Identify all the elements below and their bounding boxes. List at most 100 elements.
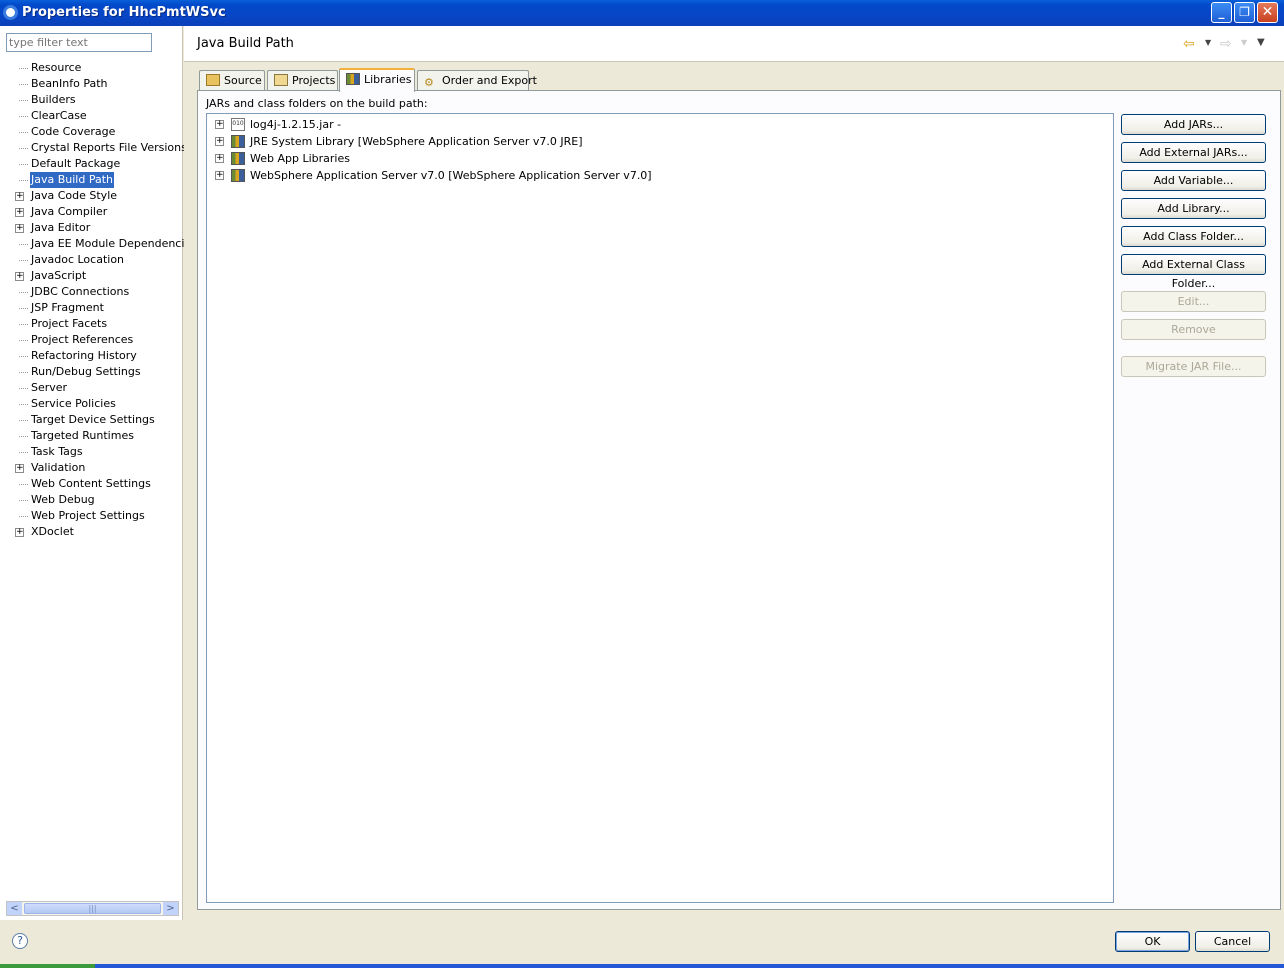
expand-icon[interactable]: + bbox=[215, 120, 224, 129]
page-header: Java Build Path ⇦ ▼ ⇨ ▼ ▼ bbox=[184, 26, 1284, 62]
nav-item[interactable]: Service Policies bbox=[0, 396, 183, 412]
add-external-jars-button[interactable]: Add External JARs... bbox=[1121, 142, 1266, 163]
nav-item[interactable]: Javadoc Location bbox=[0, 252, 183, 268]
forward-arrow-icon[interactable]: ⇨ bbox=[1220, 36, 1232, 52]
view-menu-icon[interactable]: ▼ bbox=[1257, 37, 1265, 48]
minimize-button[interactable]: _ bbox=[1211, 2, 1232, 23]
expand-icon[interactable]: + bbox=[15, 192, 24, 201]
filter-input[interactable] bbox=[6, 33, 152, 52]
nav-item[interactable]: Default Package bbox=[0, 156, 183, 172]
expand-icon[interactable]: + bbox=[15, 272, 24, 281]
nav-item[interactable]: + Java Editor bbox=[0, 220, 183, 236]
dialog-button-bar: ? OK Cancel bbox=[0, 920, 1284, 964]
close-button[interactable]: ✕ bbox=[1257, 2, 1278, 23]
expand-icon[interactable]: + bbox=[15, 224, 24, 233]
migrate-jar-file-button[interactable]: Migrate JAR File... bbox=[1121, 356, 1266, 377]
back-history-dropdown-icon[interactable]: ▼ bbox=[1205, 38, 1211, 47]
forward-history-dropdown-icon[interactable]: ▼ bbox=[1241, 38, 1247, 47]
nav-item[interactable]: Targeted Runtimes bbox=[0, 428, 183, 444]
nav-item[interactable]: Refactoring History bbox=[0, 348, 183, 364]
nav-item[interactable]: JDBC Connections bbox=[0, 284, 183, 300]
restore-button[interactable]: ❐ bbox=[1234, 2, 1255, 23]
ok-button[interactable]: OK bbox=[1115, 931, 1190, 952]
nav-item[interactable]: Target Device Settings bbox=[0, 412, 183, 428]
tree-connector bbox=[19, 388, 28, 389]
scroll-left-icon[interactable]: < bbox=[7, 902, 22, 915]
scroll-thumb[interactable]: ||| bbox=[24, 903, 161, 914]
tab-source[interactable]: Source bbox=[199, 70, 265, 91]
nav-item[interactable]: JSP Fragment bbox=[0, 300, 183, 316]
nav-item[interactable]: Java EE Module Dependencies bbox=[0, 236, 197, 252]
nav-item[interactable]: BeanInfo Path bbox=[0, 76, 183, 92]
nav-item[interactable]: Web Debug bbox=[0, 492, 183, 508]
nav-item[interactable]: + XDoclet bbox=[0, 524, 183, 540]
jar-icon: 010 bbox=[231, 118, 245, 131]
expand-icon[interactable]: + bbox=[215, 137, 224, 146]
add-external-class-folder-button[interactable]: Add External Class Folder... bbox=[1121, 254, 1266, 290]
help-icon[interactable]: ? bbox=[12, 933, 28, 949]
add-class-folder-button[interactable]: Add Class Folder... bbox=[1121, 226, 1266, 247]
tab-order-and-export[interactable]: ⚙ Order and Export bbox=[417, 70, 537, 91]
nav-item[interactable]: Server bbox=[0, 380, 183, 396]
nav-item[interactable]: + Java Code Style bbox=[0, 188, 183, 204]
nav-item[interactable]: Resource bbox=[0, 60, 183, 76]
library-icon bbox=[231, 135, 245, 148]
horizontal-scrollbar[interactable]: < ||| > bbox=[6, 901, 179, 916]
nav-item[interactable]: Project References bbox=[0, 332, 183, 348]
nav-item[interactable]: + Validation bbox=[0, 460, 183, 476]
nav-item[interactable]: Web Project Settings bbox=[0, 508, 183, 524]
taskbar bbox=[0, 964, 1284, 968]
nav-item[interactable]: Project Facets bbox=[0, 316, 183, 332]
cancel-button[interactable]: Cancel bbox=[1195, 931, 1270, 952]
nav-item-label: Server bbox=[31, 381, 68, 394]
expand-icon[interactable]: + bbox=[15, 528, 24, 537]
edit-button[interactable]: Edit... bbox=[1121, 291, 1266, 312]
tree-connector bbox=[19, 404, 28, 405]
nav-item-label: Builders bbox=[31, 93, 76, 106]
nav-item-label: Java Editor bbox=[31, 221, 91, 234]
add-variable-button[interactable]: Add Variable... bbox=[1121, 170, 1266, 191]
nav-item[interactable]: ClearCase bbox=[0, 108, 183, 124]
nav-item-label: JSP Fragment bbox=[31, 301, 104, 314]
nav-item[interactable]: + JavaScript bbox=[0, 268, 183, 284]
nav-item[interactable]: Crystal Reports File Versions bbox=[0, 140, 187, 156]
tree-connector bbox=[19, 116, 28, 117]
nav-item[interactable]: Web Content Settings bbox=[0, 476, 183, 492]
nav-item-label: Java Compiler bbox=[31, 205, 108, 218]
tab-projects[interactable]: Projects bbox=[267, 70, 338, 91]
add-jars-button[interactable]: Add JARs... bbox=[1121, 114, 1266, 135]
nav-item-label: JDBC Connections bbox=[31, 285, 130, 298]
remove-button[interactable]: Remove bbox=[1121, 319, 1266, 340]
tree-connector bbox=[19, 436, 28, 437]
build-path-caption: JARs and class folders on the build path… bbox=[206, 97, 428, 110]
tree-connector bbox=[19, 484, 28, 485]
add-library-button[interactable]: Add Library... bbox=[1121, 198, 1266, 219]
tab-libraries[interactable]: Libraries bbox=[339, 68, 415, 92]
expand-icon[interactable]: + bbox=[15, 208, 24, 217]
nav-item-label: Project References bbox=[31, 333, 134, 346]
expand-icon[interactable]: + bbox=[15, 464, 24, 473]
nav-item-label: Resource bbox=[31, 61, 82, 74]
start-button[interactable] bbox=[0, 964, 95, 968]
nav-item-label: Refactoring History bbox=[31, 349, 137, 362]
order-export-icon: ⚙ bbox=[424, 76, 434, 89]
build-path-list[interactable]: + 010 log4j-1.2.15.jar - + JRE System Li… bbox=[206, 113, 1114, 903]
libraries-tab-panel: JARs and class folders on the build path… bbox=[197, 90, 1281, 910]
nav-item[interactable]: Java Build Path bbox=[0, 172, 183, 188]
nav-item[interactable]: Code Coverage bbox=[0, 124, 183, 140]
projects-folder-icon bbox=[274, 74, 288, 86]
expand-icon[interactable]: + bbox=[215, 154, 224, 163]
nav-item[interactable]: + Java Compiler bbox=[0, 204, 183, 220]
nav-item-label: Web Content Settings bbox=[31, 477, 151, 490]
nav-item[interactable]: Builders bbox=[0, 92, 183, 108]
back-arrow-icon[interactable]: ⇦ bbox=[1183, 36, 1195, 52]
tree-connector bbox=[19, 340, 28, 341]
tree-connector bbox=[19, 420, 28, 421]
nav-item[interactable]: Run/Debug Settings bbox=[0, 364, 183, 380]
scroll-right-icon[interactable]: > bbox=[163, 902, 178, 915]
nav-item[interactable]: Task Tags bbox=[0, 444, 183, 460]
nav-item-label: Java Code Style bbox=[31, 189, 118, 202]
window-title: Properties for HhcPmtWSvc bbox=[22, 5, 226, 20]
nav-item-label: Project Facets bbox=[31, 317, 108, 330]
expand-icon[interactable]: + bbox=[215, 171, 224, 180]
